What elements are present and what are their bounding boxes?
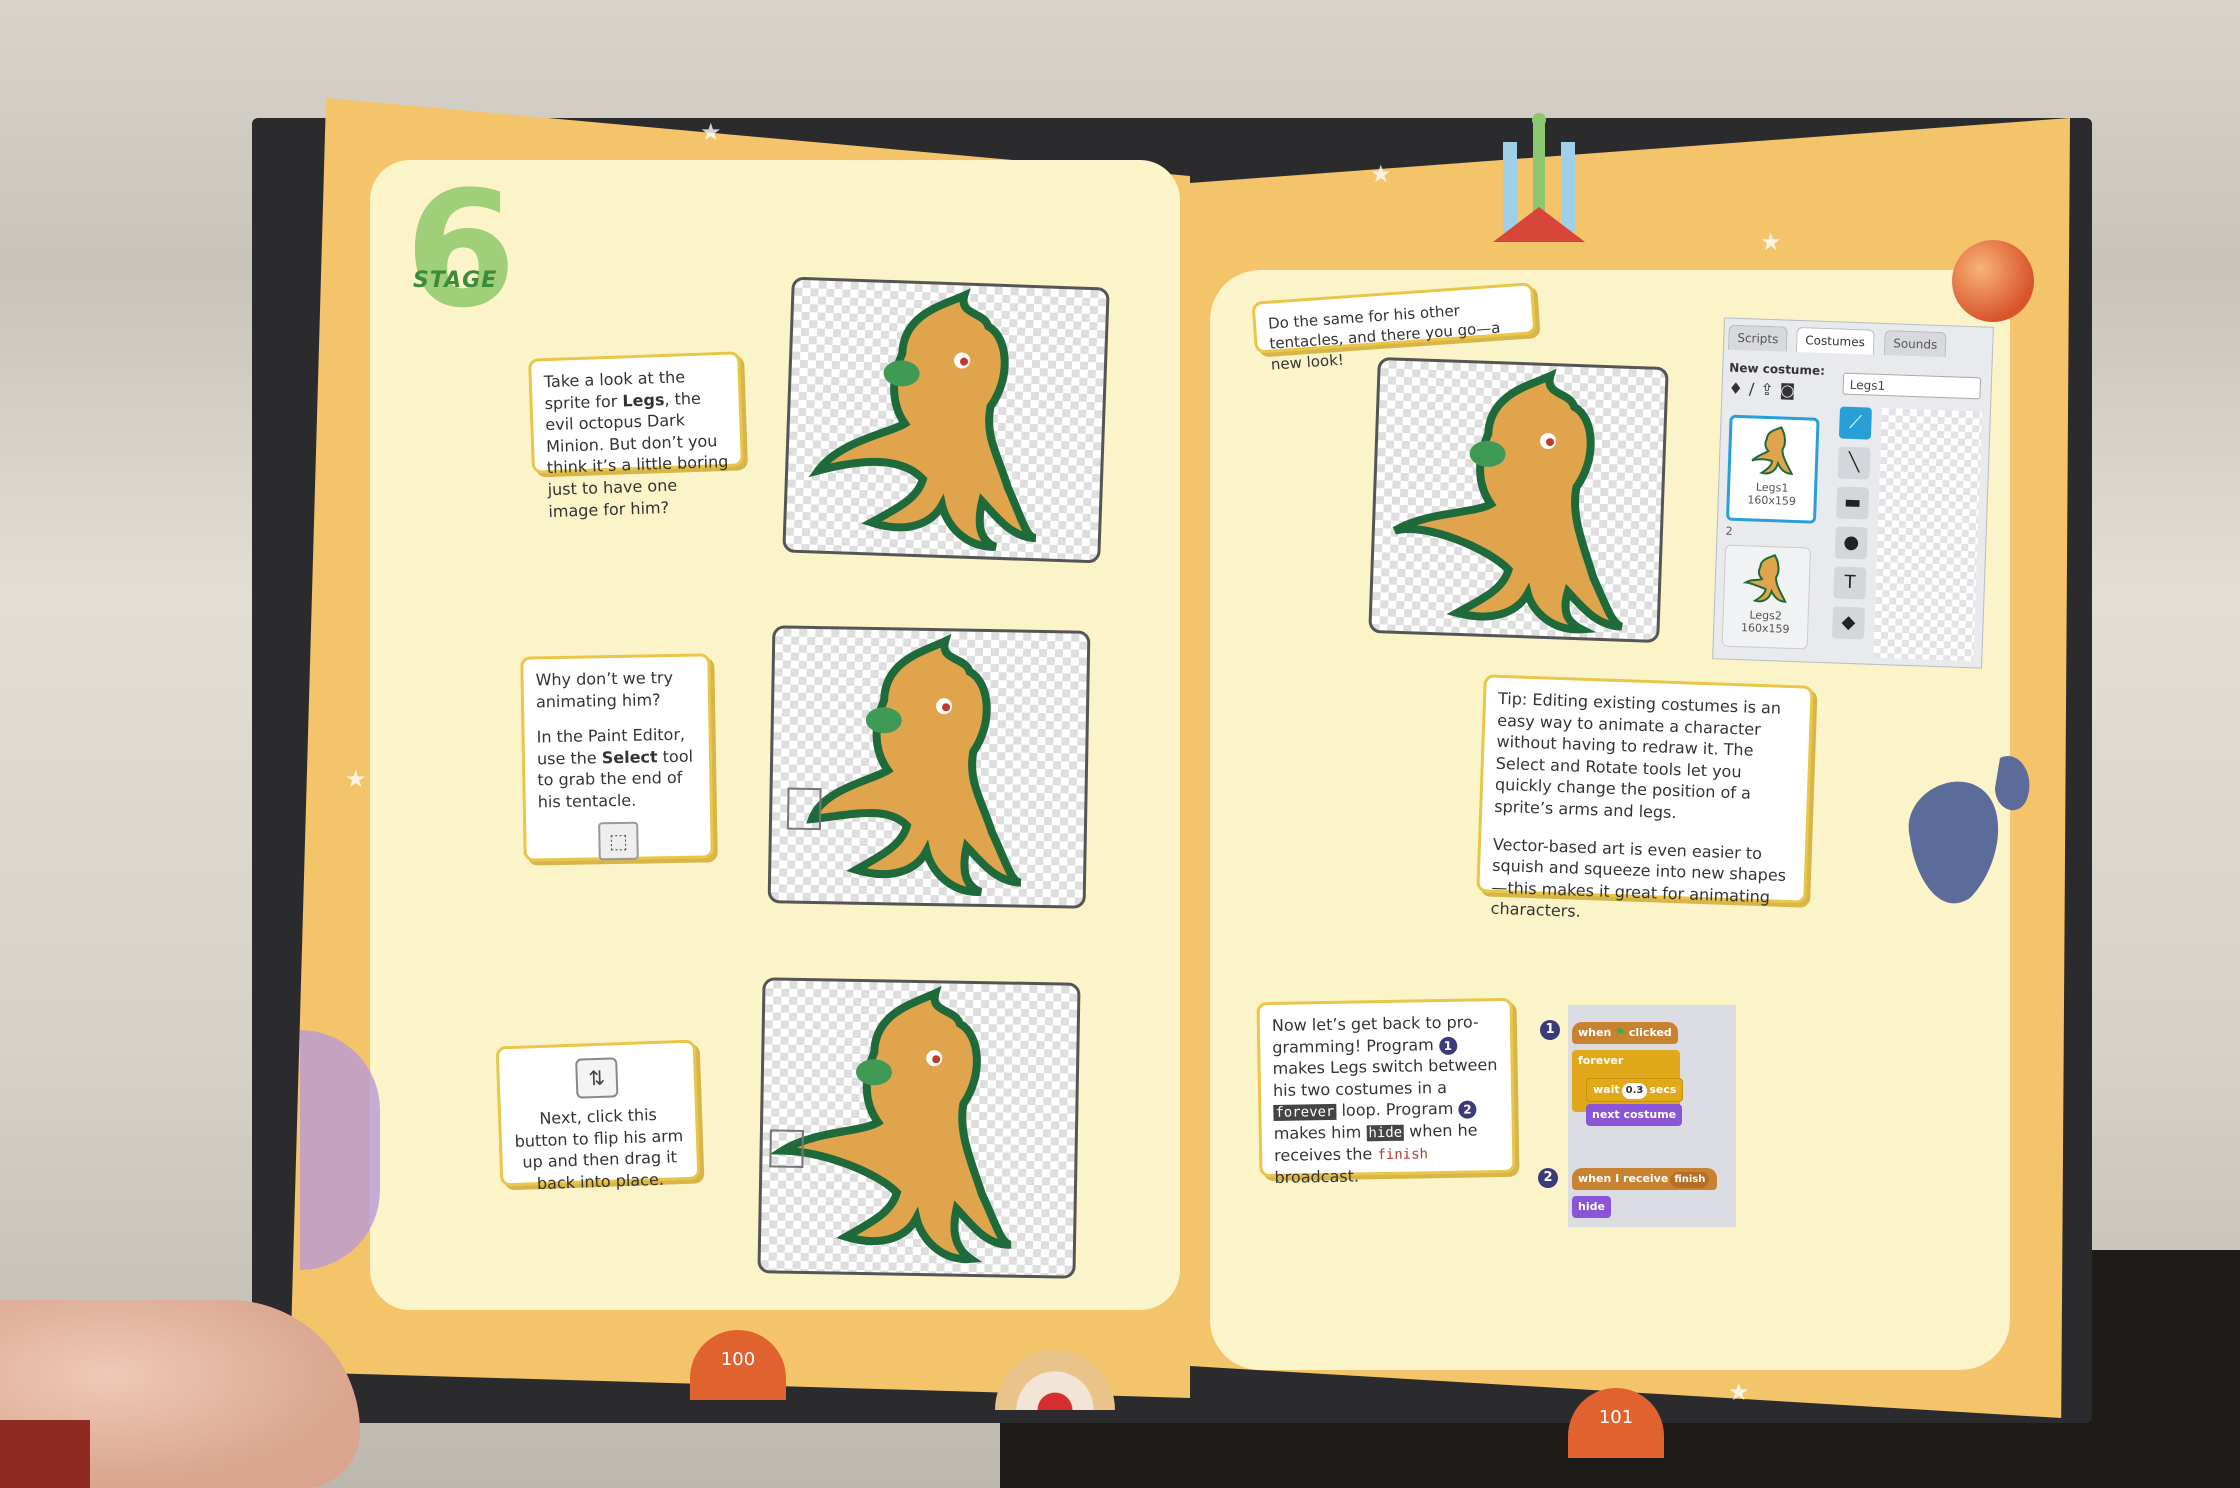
paint-editor-screenshot: Scripts Costumes Sounds New costume: ♦/⇪… <box>1712 317 1994 669</box>
costume-name-input[interactable]: Legs1 <box>1842 372 1982 400</box>
sleeve <box>0 1420 90 1488</box>
editor-tabs: Scripts Costumes Sounds <box>1724 318 1993 359</box>
star-icon: ★ <box>700 118 722 146</box>
star-icon: ★ <box>345 765 367 793</box>
octopus-sprite <box>786 633 1022 896</box>
code-keyword: forever <box>1273 1104 1337 1122</box>
stage-number: 6 <box>405 156 517 343</box>
tab-scripts[interactable]: Scripts <box>1727 324 1788 352</box>
upload-icon[interactable]: ⇪ <box>1760 380 1780 400</box>
costume-thumbnail-legs2[interactable]: Legs2 160x159 <box>1721 544 1812 650</box>
costume-thumbnail-legs1[interactable]: Legs1 160x159 <box>1725 414 1820 524</box>
sprite-image-flipping <box>757 977 1081 1279</box>
sprite-image-selecting <box>767 625 1091 909</box>
callout-text: broadcast. <box>1274 1166 1360 1188</box>
flip-icon: ⇅ <box>575 1057 619 1099</box>
tip-paragraph: Vector-based art is even easier to squis… <box>1490 834 1787 922</box>
rectangle-icon[interactable]: ▬ <box>1836 486 1870 520</box>
text-icon[interactable]: T <box>1833 566 1867 600</box>
tip-paragraph: Tip: Editing existing costumes is an eas… <box>1493 688 1782 823</box>
tab-sounds[interactable]: Sounds <box>1883 330 1947 358</box>
callout-text: makes Legs switch between his two costum… <box>1272 1055 1498 1100</box>
paint-toolbar: ⟋ ╲ ▬ ● T ◆ <box>1831 406 1876 647</box>
program-number-badge: 1 <box>1438 1036 1457 1055</box>
sprite-image-original <box>782 276 1110 564</box>
callout-text: makes him <box>1273 1122 1367 1144</box>
callout-text-block: In the Paint Editor, use the Select tool… <box>536 724 697 813</box>
callout-text: Why don’t we try animating him? <box>535 668 674 711</box>
tab-costumes[interactable]: Costumes <box>1795 326 1875 355</box>
stage-marker: 6 STAGE <box>405 170 516 340</box>
star-icon: ★ <box>1760 228 1782 256</box>
callout-text: Next, click this button to flip his arm … <box>514 1104 684 1193</box>
ellipse-icon[interactable]: ● <box>1834 526 1868 560</box>
when-i-receive-block[interactable]: when I receive finish <box>1572 1168 1718 1190</box>
select-tool-name: Select <box>601 747 658 768</box>
callout-text: loop. Program <box>1336 1099 1459 1121</box>
octopus-sprite <box>769 985 1012 1263</box>
callout-programming: Now let’s get back to pro-gramming! Prog… <box>1256 997 1516 1187</box>
star-icon: ★ <box>1370 160 1392 188</box>
fill-icon[interactable]: ◆ <box>1831 606 1866 640</box>
planet-decoration <box>1952 240 2034 322</box>
next-costume-block[interactable]: next costume <box>1586 1104 1683 1126</box>
block-text: forever <box>1578 1054 1624 1067</box>
wait-value[interactable]: 0.3 <box>1621 1083 1648 1099</box>
block-text: clicked <box>1628 1026 1672 1039</box>
costume-size: 160x159 <box>1740 621 1790 636</box>
callout-animate: Why don’t we try animating him? In the P… <box>520 653 714 862</box>
library-icon[interactable]: ♦ <box>1728 379 1749 399</box>
block-text: when <box>1578 1026 1612 1039</box>
hide-block[interactable]: hide <box>1572 1196 1611 1218</box>
callout-look-at-sprite: Take a look at the sprite for Legs, the … <box>528 351 744 521</box>
sprite-name: Legs <box>622 389 665 411</box>
new-costume-label: New costume: <box>1729 360 1826 378</box>
rocket-decoration <box>1493 113 1585 242</box>
select-tool-icon: ⬚ <box>598 821 639 860</box>
octopus-sprite <box>808 288 1037 551</box>
program-number-badge: 2 <box>1458 1100 1477 1120</box>
stage-label: STAGE <box>413 268 498 293</box>
tip-box: Tip: Editing existing costumes is an eas… <box>1476 674 1814 921</box>
costume-index: 2 <box>1725 524 1733 538</box>
costume-size: 160x159 <box>1747 493 1797 509</box>
asteroid-decoration <box>1908 756 2030 904</box>
code-keyword: hide <box>1366 1124 1405 1142</box>
program-number-badge: 1 <box>1540 1020 1560 1040</box>
block-text: wait <box>1593 1083 1620 1096</box>
code-keyword: finish <box>1377 1146 1429 1164</box>
line-icon[interactable]: ╲ <box>1837 446 1871 480</box>
message-dropdown[interactable]: finish <box>1670 1172 1710 1188</box>
program-number-badge: 2 <box>1538 1168 1558 1188</box>
block-text: when I receive <box>1578 1172 1669 1185</box>
block-text: next costume <box>1592 1108 1677 1121</box>
reshape-icon[interactable]: ⟋ <box>1838 406 1872 440</box>
star-icon: ★ <box>1728 1378 1750 1406</box>
octopus-thumbnail <box>1742 554 1787 603</box>
when-flag-clicked-block[interactable]: when ⚑ clicked <box>1572 1022 1678 1044</box>
callout-flip: ⇅ Next, click this button to flip his ar… <box>495 1039 701 1193</box>
new-costume-icons: ♦/⇪◙ <box>1728 379 1829 401</box>
green-flag-icon: ⚑ <box>1615 1026 1626 1039</box>
paint-canvas[interactable] <box>1873 407 1982 662</box>
block-text: hide <box>1578 1200 1605 1213</box>
octopus-sprite <box>1392 368 1624 634</box>
camera-icon[interactable]: ◙ <box>1779 380 1801 400</box>
sprite-image-new-look <box>1368 357 1669 643</box>
block-text: secs <box>1649 1083 1677 1096</box>
wait-block[interactable]: wait 0.3 secs <box>1586 1078 1684 1102</box>
paint-icon[interactable]: / <box>1749 379 1761 398</box>
octopus-thumbnail <box>1751 426 1794 475</box>
